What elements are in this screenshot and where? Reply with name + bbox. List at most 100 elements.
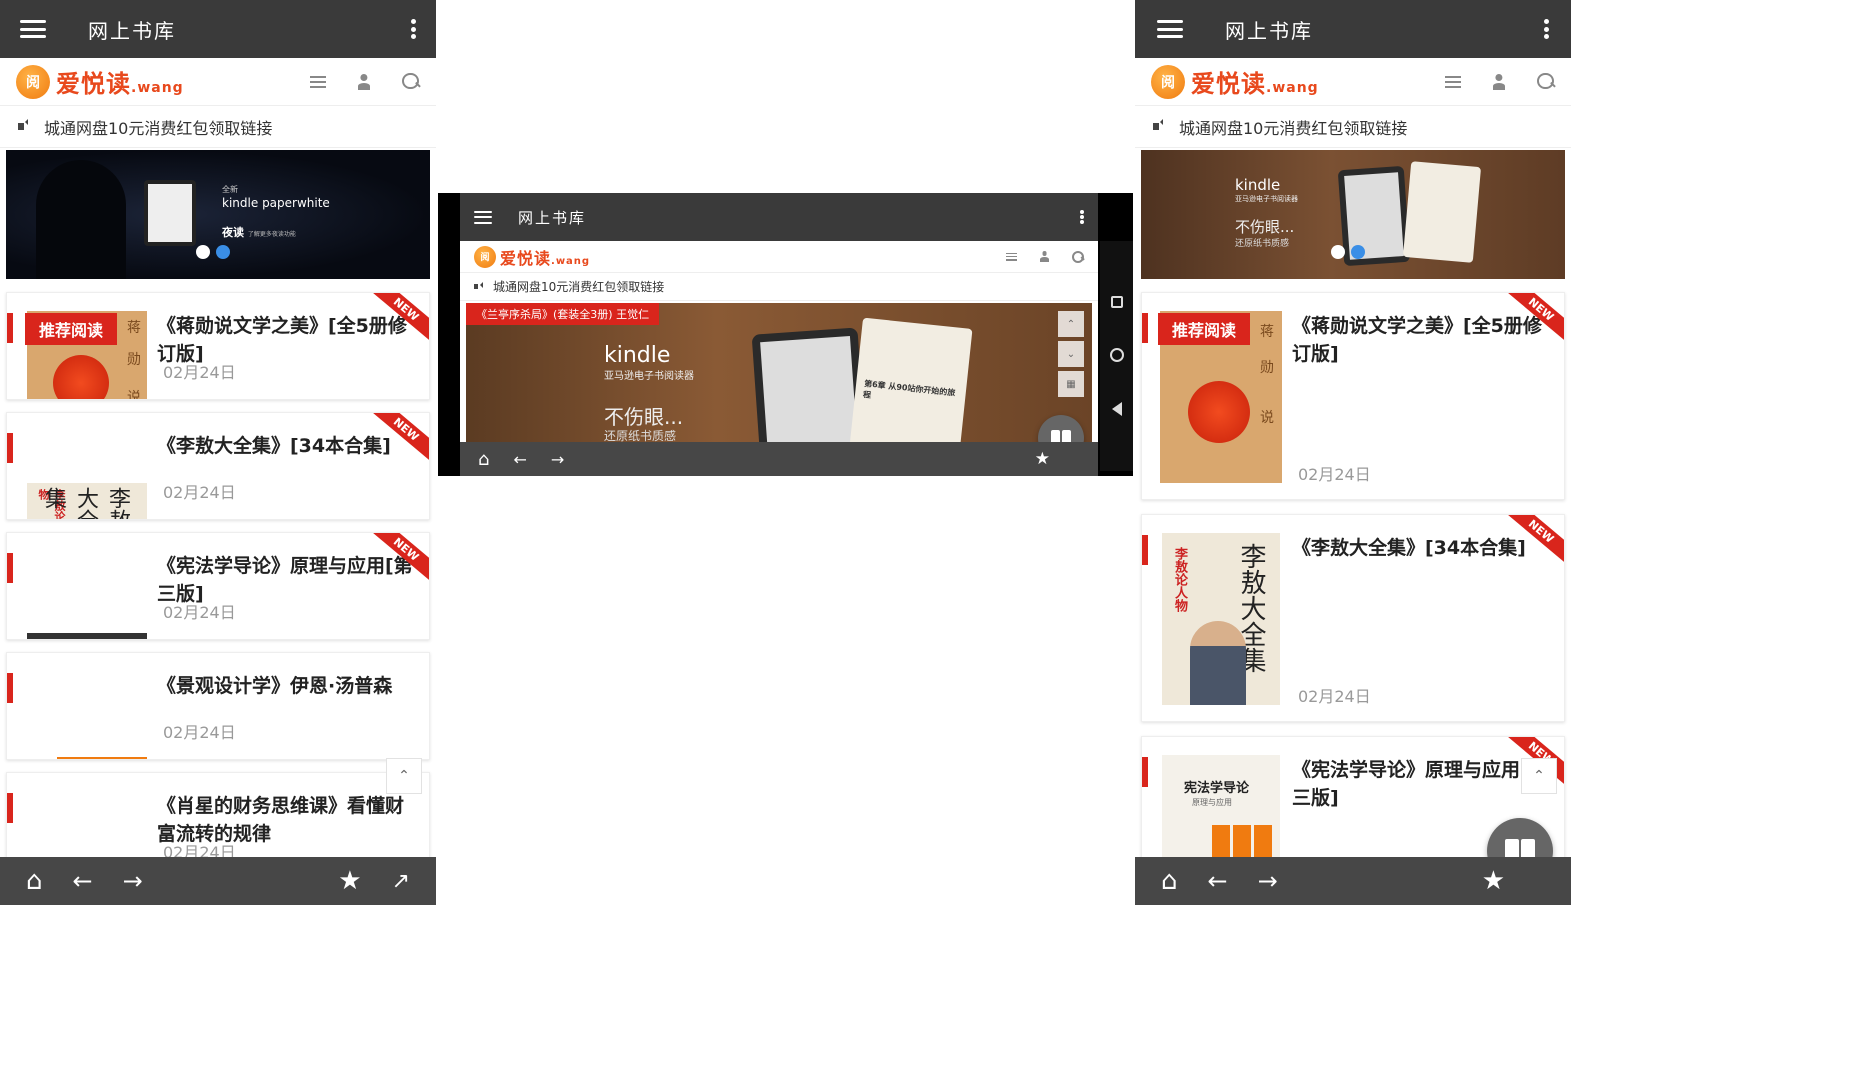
list-icon[interactable] <box>310 75 326 88</box>
book-card[interactable]: 《景观设计学》伊恩·汤普森 02月24日 <box>6 652 430 760</box>
book-title[interactable]: 《景观设计学》伊恩·汤普森 <box>157 673 422 701</box>
book-date: 02月24日 <box>163 363 236 382</box>
arrow-left-icon[interactable]: ← <box>1208 867 1228 895</box>
book-cover[interactable] <box>27 633 147 639</box>
book-title[interactable]: 《李敖大全集》[34本合集] <box>1292 535 1557 563</box>
user-icon[interactable] <box>356 74 372 90</box>
carousel-dots[interactable] <box>196 245 230 259</box>
back-triangle-icon[interactable] <box>1111 402 1122 416</box>
banner-book: 第6章 从90站你开始的旅程 <box>849 317 973 443</box>
banner-device <box>144 180 196 246</box>
chevron-up-icon[interactable]: ⌃ <box>1058 311 1084 337</box>
kebab-icon[interactable] <box>1543 19 1549 39</box>
hamburger-icon[interactable] <box>20 20 46 38</box>
banner-device <box>751 327 867 443</box>
share-icon[interactable]: ↗ <box>392 869 410 894</box>
site-logo-text[interactable]: 爱悦读.wang <box>500 245 590 269</box>
home-icon[interactable]: ⌂ <box>478 449 489 470</box>
book-cover[interactable] <box>57 757 147 759</box>
site-logo-text[interactable]: 爱悦读.wang <box>56 64 184 99</box>
app-toolbar: 网上书库 <box>0 0 436 58</box>
book-card[interactable]: 蒋 勋 说 推荐阅读 《蒋勋说文学之美》[全5册修订版] 02月24日 NEW <box>1141 292 1565 500</box>
banner-brand: kindle <box>604 343 671 368</box>
user-icon[interactable] <box>1491 74 1507 90</box>
book-card[interactable]: 李敖论人物 李敖大全集 《李敖大全集》[34本合集] 02月24日 NEW <box>1141 514 1565 722</box>
notice-bar[interactable]: 城通网盘10元消费红包领取链接 <box>0 106 436 148</box>
scroll-top-button[interactable]: ⌃ <box>386 758 422 794</box>
card-accent <box>1142 313 1148 343</box>
recents-icon[interactable] <box>1110 296 1123 308</box>
chevron-down-icon[interactable]: ⌄ <box>1058 341 1084 367</box>
star-icon[interactable]: ★ <box>1035 449 1050 469</box>
home-circle-icon[interactable] <box>1109 348 1124 362</box>
arrow-right-icon[interactable]: → <box>123 867 143 895</box>
search-icon[interactable] <box>402 72 420 91</box>
star-icon[interactable]: ★ <box>1482 866 1505 896</box>
banner-slogan-sub: 还原纸书质感 <box>1235 239 1290 249</box>
banner-caption: 《兰亭序杀局》(套装全3册) 王觉仁 <box>466 303 660 325</box>
arrow-left-icon[interactable]: ← <box>513 450 526 469</box>
notice-bar[interactable]: 城通网盘10元消费红包领取链接 <box>1135 106 1571 148</box>
search-icon[interactable] <box>1072 250 1085 263</box>
hamburger-icon[interactable] <box>474 210 492 224</box>
app-title: 网上书库 <box>518 208 587 227</box>
star-icon[interactable]: ★ <box>338 866 361 896</box>
recommend-tag: 推荐阅读 <box>25 313 117 345</box>
home-icon[interactable]: ⌂ <box>26 866 43 896</box>
user-icon[interactable] <box>1039 251 1050 262</box>
list-icon[interactable] <box>1006 252 1017 261</box>
notice-bar[interactable]: 城通网盘10元消费红包领取链接 <box>460 273 1098 301</box>
banner-brand: kindle paperwhite <box>222 196 330 210</box>
logo-icon[interactable]: 阅 <box>16 64 50 99</box>
list-icon[interactable] <box>1445 75 1461 88</box>
book-title[interactable]: 《宪法学导论》原理与应用[第三版] <box>1292 757 1557 812</box>
search-icon[interactable] <box>1537 72 1555 91</box>
book-card[interactable]: 《宪法学导论》原理与应用[第三版] 02月24日 NEW <box>6 532 430 640</box>
card-accent <box>7 673 13 703</box>
arrow-left-icon[interactable]: ← <box>73 867 93 895</box>
chevron-up-icon: ⌃ <box>1533 768 1545 784</box>
book-card[interactable]: 蒋 勋 说 推荐阅读 《蒋勋说文学之美》[全5册修订版] 02月24日 NEW <box>6 292 430 400</box>
logo-icon[interactable]: 阅 <box>1151 64 1185 99</box>
cover-flower <box>53 355 109 399</box>
home-icon[interactable]: ⌂ <box>1161 866 1178 896</box>
cover-char: 蒋 <box>127 320 141 336</box>
banner-slogan: 不伤眼... <box>604 405 684 429</box>
right-phone-screen: 网上书库 阅 爱悦读.wang 城通网盘10元消费红包领取链接 kindle 亚… <box>1135 0 1571 905</box>
book-cover[interactable]: 李敖论人物 李敖大全集 <box>1162 533 1280 705</box>
banner-slide[interactable]: kindle 亚马逊电子书阅读器 不伤眼... 还原纸书质感 <box>1141 150 1565 279</box>
banner-kicker: 全新 <box>222 185 238 194</box>
logo-icon[interactable]: 阅 <box>474 245 496 268</box>
banner-slide[interactable]: 《兰亭序杀局》(套装全3册) 王觉仁 kindle 亚马逊电子书阅读器 不伤眼.… <box>466 303 1092 443</box>
banner-subtitle: 亚马逊电子书阅读器 <box>1235 195 1298 203</box>
carousel-controls[interactable]: ⌃ ⌄ ▦ <box>1058 311 1084 401</box>
hamburger-icon[interactable] <box>1157 20 1183 38</box>
banner-page-text: 第6章 从90站你开始的旅程 <box>862 379 956 400</box>
cover-side-text: 李敖论人物 <box>1172 547 1187 612</box>
book-title[interactable]: 《蒋勋说文学之美》[全5册修订版] <box>1292 313 1557 368</box>
kebab-icon[interactable] <box>1080 210 1084 224</box>
site-logo-text[interactable]: 爱悦读.wang <box>1191 64 1319 99</box>
banner-silhouette <box>36 160 126 279</box>
cover-flower <box>1188 381 1250 443</box>
bottom-toolbar: ⌂ ← → ★ ↗ <box>0 857 436 905</box>
notice-text: 城通网盘10元消费红包领取链接 <box>493 280 665 294</box>
book-date: 02月24日 <box>163 723 236 742</box>
notice-text: 城通网盘10元消费红包领取链接 <box>1179 118 1408 138</box>
card-accent <box>7 433 13 463</box>
card-accent <box>1142 757 1148 787</box>
book-cover[interactable]: 李敖论人物 李敖大全集 <box>27 483 147 519</box>
cover-char: 勋 <box>127 352 141 368</box>
card-accent <box>1142 535 1148 565</box>
scroll-top-button[interactable]: ⌃ <box>1521 758 1557 794</box>
book-title[interactable]: 《李敖大全集》[34本合集] <box>157 433 422 461</box>
arrow-right-icon[interactable]: → <box>1258 867 1278 895</box>
grid-icon[interactable]: ▦ <box>1058 371 1084 397</box>
carousel-dots[interactable] <box>1331 245 1365 259</box>
kebab-icon[interactable] <box>410 19 416 39</box>
cover-char: 勋 <box>1260 360 1274 376</box>
banner-slide[interactable]: 全新 kindle paperwhite 夜读 了解更多夜读功能 <box>6 150 430 279</box>
arrow-right-icon[interactable]: → <box>551 450 564 469</box>
book-date: 02月24日 <box>1298 687 1371 706</box>
book-card[interactable]: 李敖论人物 李敖大全集 《李敖大全集》[34本合集] 02月24日 NEW <box>6 412 430 520</box>
